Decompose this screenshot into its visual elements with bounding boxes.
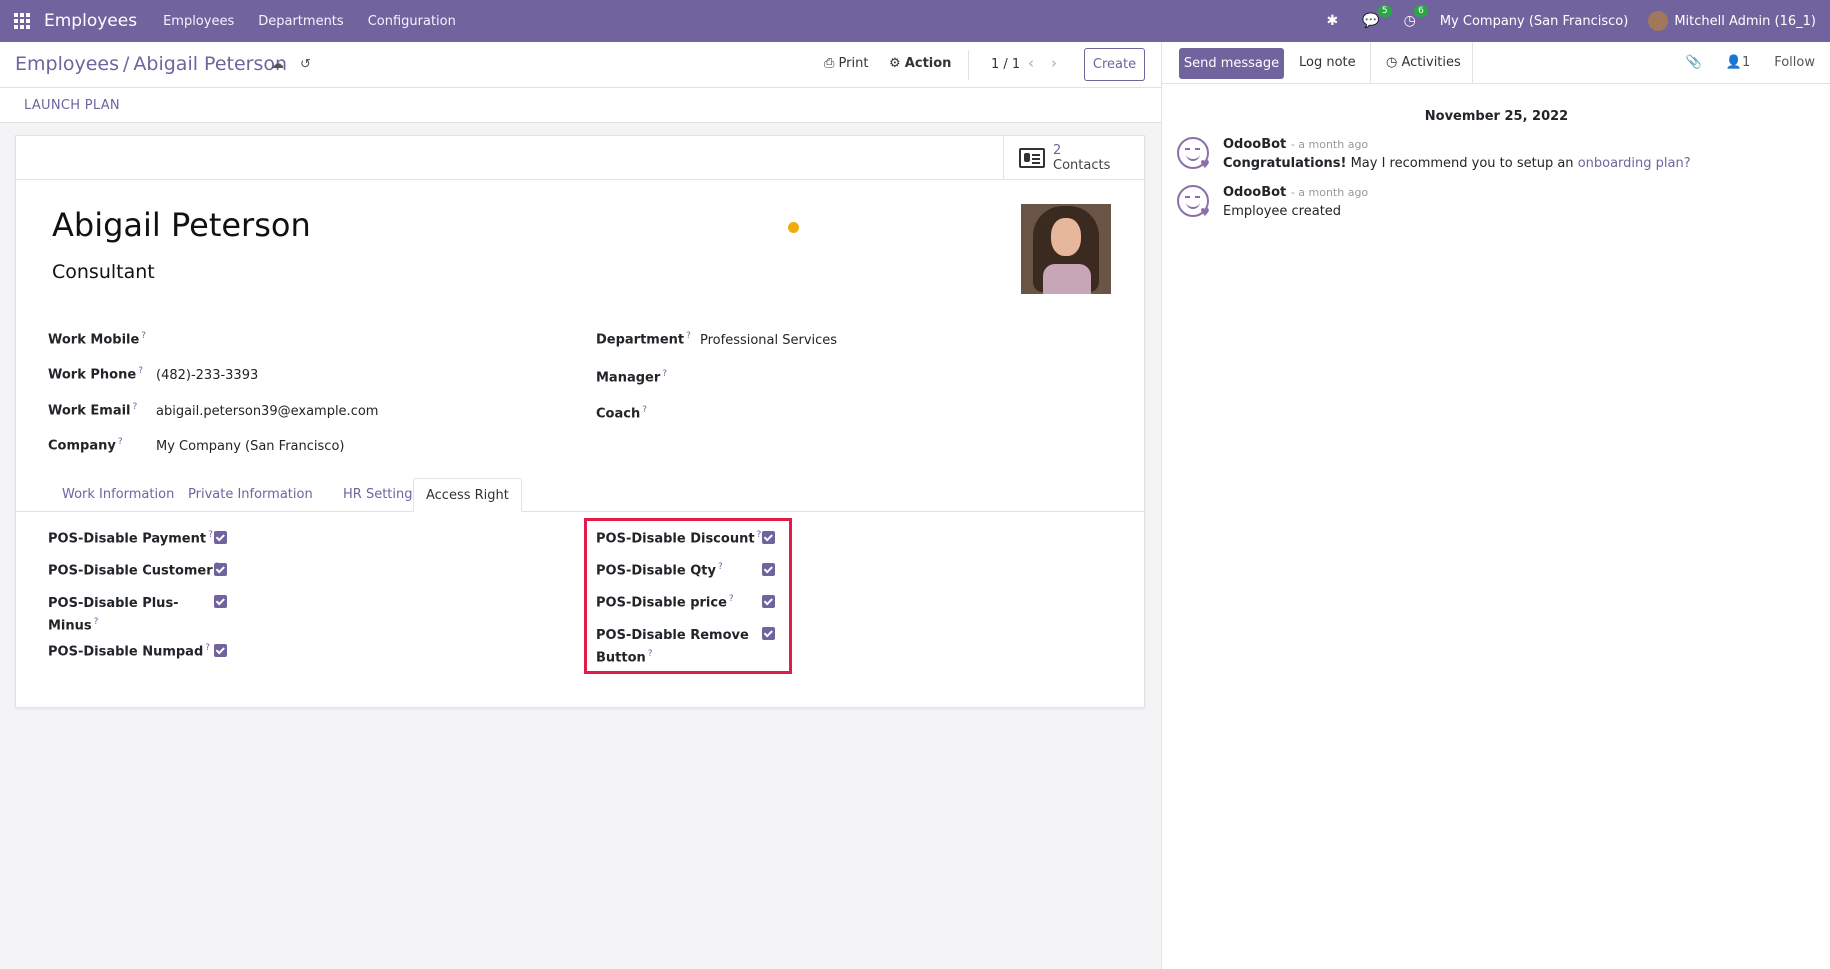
message-body: Employee created (1223, 204, 1342, 219)
app-title[interactable]: Employees (44, 11, 137, 31)
top-navbar: Employees Employees Departments Configur… (0, 0, 1830, 42)
pos-disable-customer-label: POS-Disable Customer? (48, 562, 219, 579)
chatter-panel: Send message Log note ◷ Activities 📎 👤1 … (1161, 42, 1830, 969)
breadcrumb-current: Abigail Peterson (133, 53, 288, 75)
activities-button[interactable]: ◷ Activities (1386, 55, 1461, 70)
message-author[interactable]: OdooBot (1223, 185, 1286, 200)
form-sheet: 2 Contacts Abigail Peterson Consultant W… (15, 135, 1145, 708)
pos-disable-plus-minus-label: POS-Disable Plus- Minus? (48, 596, 179, 634)
print-button[interactable]: ⎙ Print (824, 56, 868, 71)
work-email-label: Work Email? (48, 402, 138, 419)
chatter-topbar: Send message Log note ◷ Activities 📎 👤1 … (1162, 42, 1830, 84)
breadcrumb: Employees / Abigail Peterson (15, 53, 287, 75)
pos-disable-numpad-label: POS-Disable Numpad? (48, 643, 211, 660)
work-phone-label: Work Phone? (48, 366, 143, 383)
divider (968, 50, 969, 80)
messages-badge: 5 (1377, 5, 1392, 17)
department-label: Department? (596, 331, 691, 348)
create-button[interactable]: Create (1084, 48, 1145, 81)
divider (1472, 42, 1473, 84)
work-mobile-label: Work Mobile? (48, 331, 147, 348)
breadcrumb-employees[interactable]: Employees (15, 53, 119, 75)
activities-badge: 6 (1414, 5, 1428, 17)
heart-icon: ♥ (1200, 158, 1210, 171)
activities-clock-icon[interactable]: ◷ 6 (1404, 5, 1428, 29)
gear-icon: ⚙ (889, 56, 901, 71)
presence-status-dot (788, 222, 799, 233)
user-icon: 👤 (1725, 55, 1742, 70)
menu-departments[interactable]: Departments (258, 14, 343, 29)
launch-plan-button[interactable]: LAUNCH PLAN (24, 98, 120, 113)
employee-name[interactable]: Abigail Peterson (52, 206, 311, 244)
company-switcher[interactable]: My Company (San Francisco) (1440, 14, 1628, 29)
apps-menu-icon[interactable] (0, 0, 44, 42)
message-time: - a month ago (1290, 138, 1369, 151)
message-body: Congratulations! May I recommend you to … (1223, 156, 1691, 171)
heart-icon: ♥ (1200, 206, 1210, 219)
pos-disable-numpad-checkbox[interactable] (214, 644, 227, 657)
save-cloud-icon[interactable]: ☁ (271, 57, 284, 72)
messages-icon[interactable]: 💬 5 (1362, 5, 1392, 29)
pos-disable-payment-label: POS-Disable Payment? (48, 530, 213, 547)
message-author[interactable]: OdooBot (1223, 137, 1286, 152)
menu-configuration[interactable]: Configuration (368, 14, 456, 29)
coach-label: Coach? (596, 405, 647, 422)
action-button[interactable]: ⚙ Action (889, 56, 951, 71)
follow-button[interactable]: Follow (1774, 55, 1815, 70)
tab-work-information[interactable]: Work Information (50, 478, 186, 512)
employee-photo[interactable] (1021, 204, 1111, 294)
divider (1370, 42, 1371, 84)
work-email-field[interactable]: abigail.peterson39@example.com (156, 404, 378, 419)
department-field[interactable]: Professional Services (700, 333, 837, 348)
date-separator: November 25, 2022 (1424, 109, 1569, 124)
address-card-icon (1019, 148, 1045, 168)
send-message-button[interactable]: Send message (1179, 48, 1284, 79)
highlight-box (584, 518, 792, 674)
chevron-right-icon[interactable]: › (1051, 54, 1057, 72)
contacts-count: 2 (1053, 143, 1062, 158)
discard-undo-icon[interactable]: ↺ (300, 57, 311, 72)
followers-button[interactable]: 👤1 (1726, 55, 1750, 70)
onboarding-plan-link[interactable]: onboarding plan? (1578, 156, 1691, 171)
work-phone-field[interactable]: (482)-233-3393 (156, 368, 258, 383)
contacts-smart-button[interactable]: 2 Contacts (1003, 136, 1144, 180)
company-label: Company? (48, 437, 123, 454)
manager-label: Manager? (596, 369, 668, 386)
tab-private-information[interactable]: Private Information (176, 478, 325, 512)
clock-icon: ◷ (1386, 55, 1398, 70)
print-icon: ⎙ (824, 56, 835, 71)
log-note-button[interactable]: Log note (1299, 55, 1356, 70)
menu-employees[interactable]: Employees (163, 14, 234, 29)
paperclip-icon[interactable]: 📎 (1686, 55, 1702, 70)
debug-bug-icon[interactable]: ✱ (1326, 13, 1338, 29)
status-bar: LAUNCH PLAN (0, 88, 1161, 123)
company-field[interactable]: My Company (San Francisco) (156, 439, 344, 454)
message-time: - a month ago (1290, 186, 1369, 199)
pager-value[interactable]: 1 / 1 (991, 57, 1020, 72)
pos-disable-customer-checkbox[interactable] (214, 563, 227, 576)
tab-access-right[interactable]: Access Right (413, 478, 522, 512)
breadcrumb-separator: / (123, 53, 130, 75)
user-avatar[interactable] (1648, 11, 1669, 31)
job-title[interactable]: Consultant (52, 261, 155, 283)
notebook-tabs: Work Information Private Information HR … (16, 478, 1144, 512)
contacts-label: Contacts (1053, 158, 1111, 173)
chevron-left-icon[interactable]: ‹ (1028, 54, 1034, 72)
button-box: 2 Contacts (16, 136, 1144, 180)
pos-disable-payment-checkbox[interactable] (214, 531, 227, 544)
pos-disable-plus-minus-checkbox[interactable] (214, 595, 227, 608)
user-menu[interactable]: Mitchell Admin (16_1) (1674, 14, 1816, 29)
control-panel: Employees / Abigail Peterson ☁ ↺ ⎙ Print ⚙… (0, 42, 1161, 88)
